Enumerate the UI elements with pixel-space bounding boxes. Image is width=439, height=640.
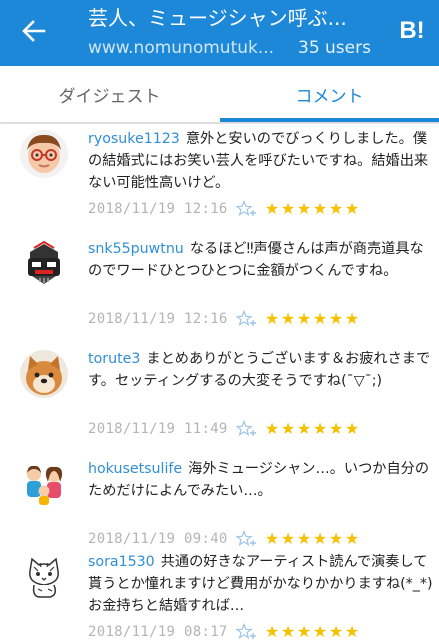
header-subtitle: www.nomunomutuk... 35 users [88, 35, 378, 61]
comment-date: 2018/11/19 12:16 [88, 311, 228, 327]
comment-body: sora1530 共通の好きなアーティスト読んで演奏して貰うとか憧れますけど費用が… [88, 551, 433, 617]
star-rating[interactable]: ★ ★ ★ ★ ★ ★ [264, 621, 360, 640]
star-icon: ★ [280, 309, 296, 328]
tab-bar: ダイジェスト コメント [0, 66, 439, 123]
star-rating[interactable]: ★ ★ ★ ★ ★ ★ [264, 418, 360, 440]
comment-item[interactable]: ryosuke1123 意外と安いのでびっくりしました。僕の結婚式にはお笑い芸人を… [0, 124, 439, 235]
star-icon: ★ [312, 199, 328, 218]
comment-username[interactable]: snk55puwtnu [88, 241, 184, 257]
star-icon: ★ [264, 309, 280, 328]
tab-comment[interactable]: コメント [220, 66, 439, 122]
star-icon: ★ [312, 419, 328, 438]
comment-item[interactable]: torute3 まとめありがとうございます＆お疲れさまです。セッティングするの大変… [0, 344, 439, 455]
robot-avatar[interactable] [20, 240, 68, 288]
comment-meta: 2018/11/19 12:16 ★ ★ ★ ★ ★ ★ [88, 308, 433, 330]
star-icon: ★ [312, 622, 328, 640]
tab-digest[interactable]: ダイジェスト [0, 66, 219, 122]
star-icon: ★ [280, 199, 296, 218]
star-icon: ★ [280, 419, 296, 438]
comment-username[interactable]: sora1530 [88, 554, 155, 570]
cat-sketch-avatar[interactable] [20, 553, 68, 601]
page-url[interactable]: www.nomunomutuk... [88, 35, 276, 61]
star-icon: ★ [328, 199, 344, 218]
add-star-icon[interactable] [235, 199, 258, 218]
comment-body: ryosuke1123 意外と安いのでびっくりしました。僕の結婚式にはお笑い芸人を… [88, 128, 433, 194]
comment-meta: 2018/11/19 08:17 ★ ★ ★ ★ ★ ★ [88, 621, 433, 640]
page: 芸人、ミュージシャン呼ぶ... www.nomunomutuk... 35 us… [0, 0, 439, 640]
shiba-dog-avatar[interactable] [20, 350, 68, 398]
bookmark-button[interactable]: B! [397, 14, 427, 48]
comment-date: 2018/11/19 11:49 [88, 421, 228, 437]
users-count[interactable]: 35 users [298, 35, 371, 61]
add-star-icon[interactable] [235, 529, 258, 548]
boy-glasses-avatar[interactable] [20, 130, 68, 178]
comment-item[interactable]: sora1530 共通の好きなアーティスト読んで演奏して貰うとか憧れますけど費用が… [0, 547, 439, 640]
back-arrow-icon [22, 20, 46, 42]
comment-body: torute3 まとめありがとうございます＆お疲れさまです。セッティングするの大変… [88, 348, 433, 392]
comment-username[interactable]: torute3 [88, 351, 140, 367]
star-icon: ★ [296, 309, 312, 328]
star-icon: ★ [328, 419, 344, 438]
comment-meta: 2018/11/19 12:16 ★ ★ ★ ★ ★ ★ [88, 198, 433, 220]
star-icon: ★ [344, 419, 360, 438]
star-icon: ★ [344, 199, 360, 218]
hatena-bookmark-icon: B! [399, 17, 425, 44]
star-icon: ★ [328, 622, 344, 640]
star-icon: ★ [264, 622, 280, 640]
comment-date: 2018/11/19 08:17 [88, 624, 228, 640]
star-icon: ★ [264, 199, 280, 218]
star-icon: ★ [344, 622, 360, 640]
star-icon: ★ [296, 199, 312, 218]
comment-date: 2018/11/19 12:16 [88, 201, 228, 217]
star-icon: ★ [344, 309, 360, 328]
comment-username[interactable]: hokusetsulife [88, 461, 182, 477]
app-bar: 芸人、ミュージシャン呼ぶ... www.nomunomutuk... 35 us… [0, 0, 439, 66]
add-star-icon[interactable] [235, 419, 258, 438]
star-icon: ★ [296, 622, 312, 640]
header-titles: 芸人、ミュージシャン呼ぶ... www.nomunomutuk... 35 us… [88, 5, 378, 61]
add-star-icon[interactable] [235, 622, 258, 640]
star-icon: ★ [280, 622, 296, 640]
page-title: 芸人、ミュージシャン呼ぶ... [88, 6, 347, 30]
comment-username[interactable]: ryosuke1123 [88, 131, 180, 147]
star-rating[interactable]: ★ ★ ★ ★ ★ ★ [264, 198, 360, 220]
comment-body: hokusetsulife 海外ミュージシャン…。いつか自分のためだけによんでみた… [88, 458, 433, 502]
star-rating[interactable]: ★ ★ ★ ★ ★ ★ [264, 308, 360, 330]
comment-meta: 2018/11/19 11:49 ★ ★ ★ ★ ★ ★ [88, 418, 433, 440]
comment-item[interactable]: snk55puwtnu なるほど‼声優さんは声が商売道具なのでワードひとつひとつに… [0, 234, 439, 345]
back-button[interactable] [14, 14, 54, 48]
active-tab-indicator [220, 118, 439, 122]
star-icon: ★ [264, 419, 280, 438]
star-icon: ★ [296, 419, 312, 438]
star-icon: ★ [328, 309, 344, 328]
star-icon: ★ [312, 309, 328, 328]
family-avatar[interactable] [20, 460, 68, 508]
comment-body: snk55puwtnu なるほど‼声優さんは声が商売道具なのでワードひとつひとつに… [88, 238, 433, 282]
add-star-icon[interactable] [235, 309, 258, 328]
